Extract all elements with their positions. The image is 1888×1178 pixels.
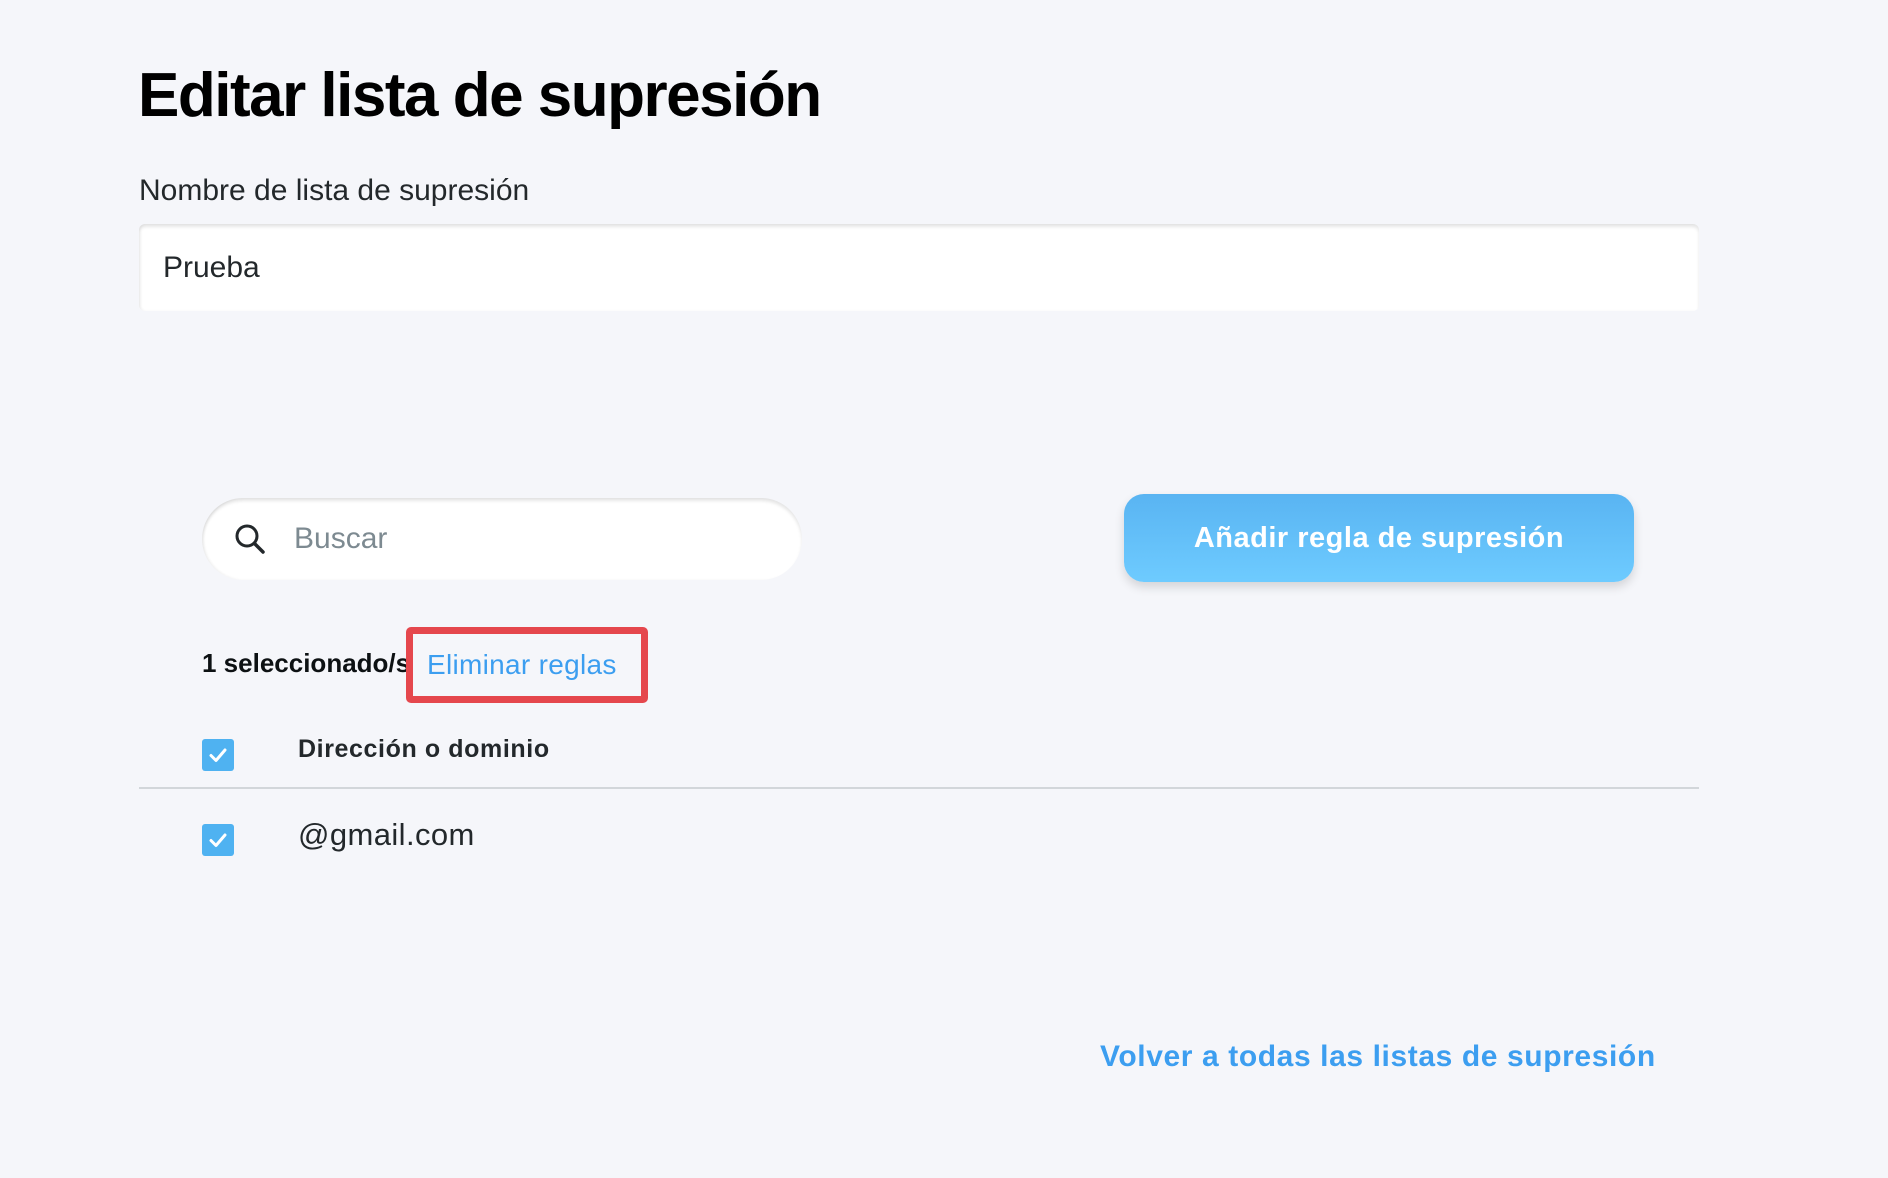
column-header-address-domain: Dirección o dominio [298,735,550,763]
selection-count: 1 seleccionado/s [202,648,411,678]
suppression-list-name-label: Nombre de lista de supresión [139,174,530,207]
row-checkbox[interactable] [202,824,234,856]
search-input[interactable] [292,521,776,557]
select-all-checkbox[interactable] [202,739,234,771]
back-to-all-lists-link[interactable]: Volver a todas las listas de supresión [1100,1040,1656,1074]
delete-rules-link[interactable]: Eliminar reglas [427,649,617,681]
table-header-divider [139,787,1699,789]
suppression-list-name-input[interactable] [139,224,1699,311]
checkmark-icon [209,833,227,847]
table-row-value: @gmail.com [298,817,475,852]
page-title: Editar lista de supresión [138,61,822,130]
delete-rules-highlight: Eliminar reglas [406,627,648,703]
search-icon [232,521,268,557]
checkmark-icon [209,748,227,762]
add-suppression-rule-button[interactable]: Añadir regla de supresión [1124,494,1634,582]
search-box[interactable] [202,498,802,580]
